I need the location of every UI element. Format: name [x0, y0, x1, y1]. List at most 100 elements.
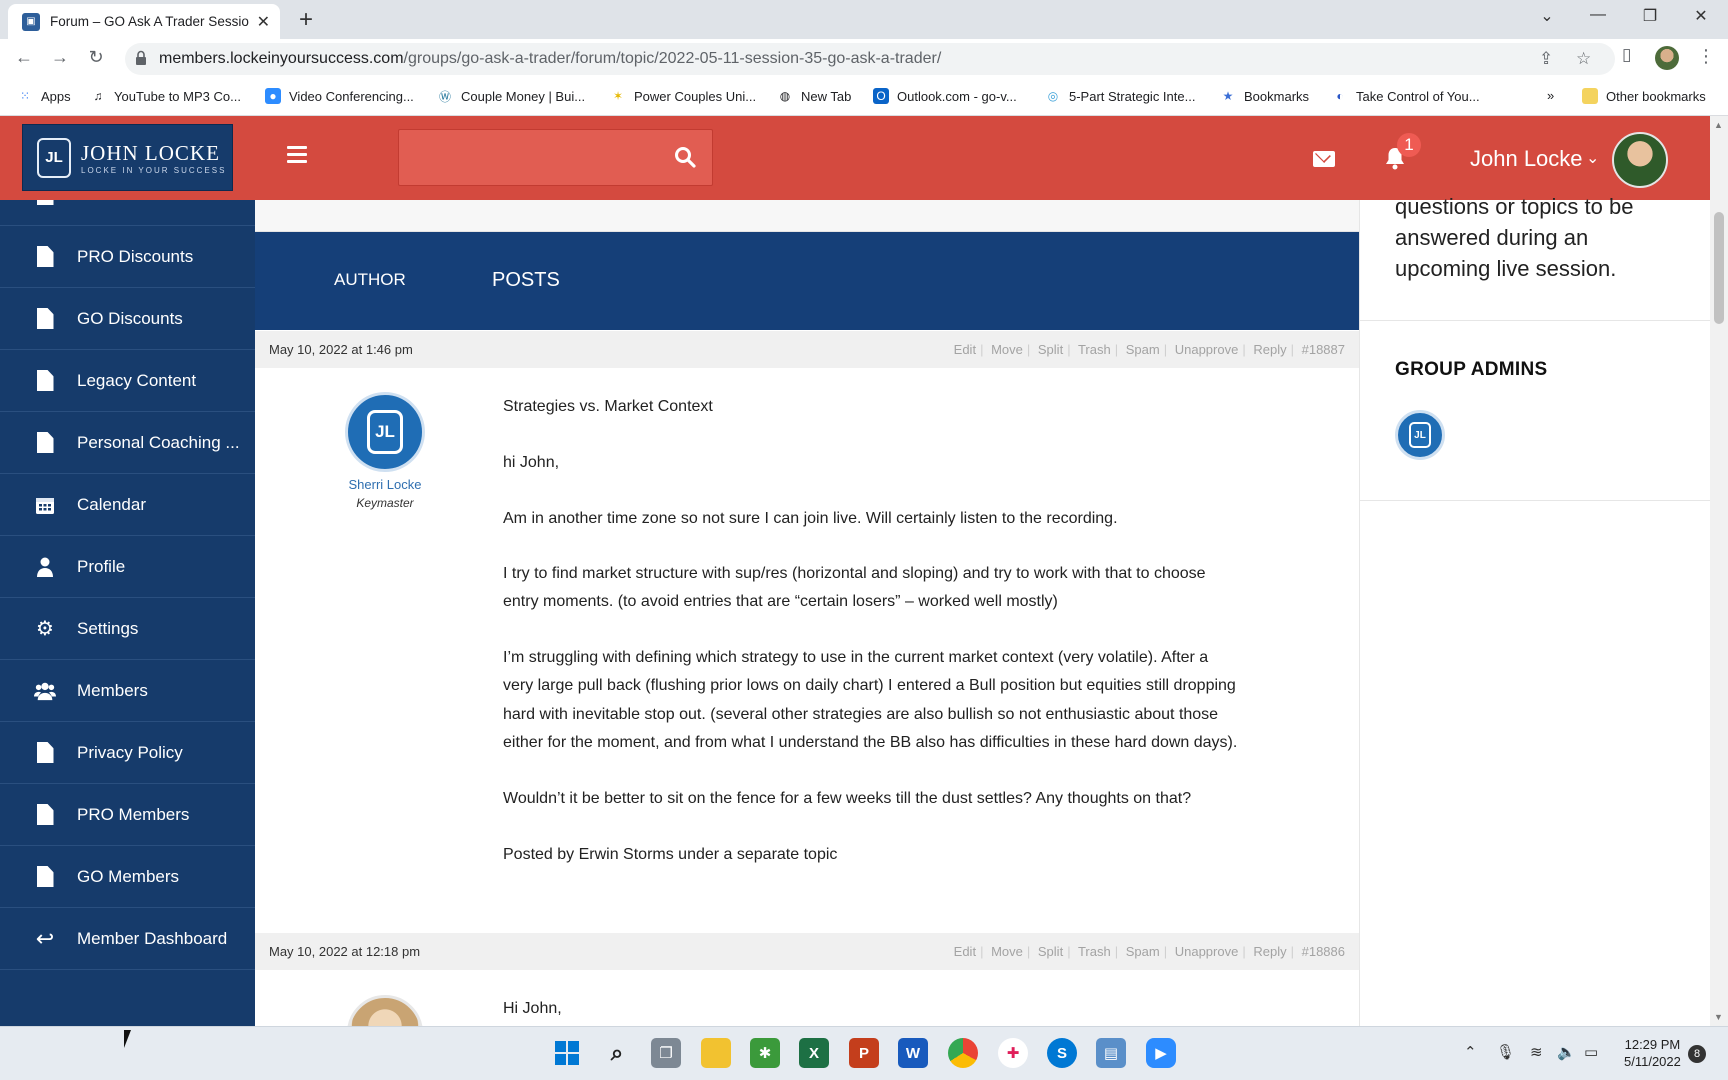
page-scrollbar[interactable]: ▲ ▼: [1710, 116, 1728, 1026]
trash-link[interactable]: Trash: [1078, 342, 1111, 357]
scroll-up-arrow-icon[interactable]: ▲: [1714, 120, 1723, 130]
split-link[interactable]: Split: [1038, 342, 1063, 357]
remote-desktop-icon[interactable]: ▤: [1096, 1038, 1126, 1068]
spam-link[interactable]: Spam: [1126, 342, 1160, 357]
sidebar-item-profile[interactable]: Profile: [0, 536, 255, 598]
address-bar[interactable]: members.lockeinyoursuccess.com/groups/go…: [125, 43, 1615, 75]
post-text-line: Hi John,: [503, 1000, 562, 1017]
scrollbar-thumb[interactable]: [1714, 212, 1724, 324]
split-link[interactable]: Split: [1038, 944, 1063, 959]
messages-mail-icon[interactable]: [1313, 151, 1335, 167]
sidebar-item-member-dashboard[interactable]: ↩ Member Dashboard: [0, 908, 255, 970]
file-explorer-icon[interactable]: [701, 1038, 731, 1068]
other-bookmarks[interactable]: Other bookmarks: [1582, 88, 1706, 104]
minimize-button[interactable]: —: [1583, 6, 1613, 24]
sidebar-item-resources[interactable]: [0, 200, 255, 226]
slack-icon[interactable]: ✚: [998, 1038, 1028, 1068]
browser-profile-avatar[interactable]: [1655, 46, 1679, 70]
edit-link[interactable]: Edit: [954, 944, 976, 959]
bookmark-video-conferencing[interactable]: ● Video Conferencing...: [265, 88, 414, 104]
powerpoint-icon[interactable]: P: [849, 1038, 879, 1068]
user-avatar[interactable]: [1612, 132, 1668, 188]
user-menu-name[interactable]: John Locke: [1470, 146, 1583, 172]
sidebar-item-pro-members[interactable]: PRO Members: [0, 784, 255, 846]
reply-link[interactable]: Reply: [1253, 342, 1286, 357]
battery-icon[interactable]: ▭: [1584, 1043, 1598, 1061]
tab-search-chevron-icon[interactable]: ⌄: [1532, 6, 1562, 26]
post-id-link[interactable]: #18886: [1302, 944, 1345, 959]
sidebar-item-personal-coaching[interactable]: Personal Coaching ...: [0, 412, 255, 474]
chevron-down-icon[interactable]: ⌄: [1586, 148, 1599, 168]
bookmark-label: Power Couples Uni...: [634, 88, 757, 104]
edit-link[interactable]: Edit: [954, 342, 976, 357]
search-icon[interactable]: ⌕: [602, 1038, 632, 1068]
bookmark-star-icon[interactable]: ☆: [1576, 49, 1591, 69]
sidebar-item-settings[interactable]: ⚙ Settings: [0, 598, 255, 660]
group-admins-heading: GROUP ADMINS: [1395, 359, 1548, 380]
zoom-icon[interactable]: ▶: [1146, 1038, 1176, 1068]
task-view-icon[interactable]: ❐: [651, 1038, 681, 1068]
volume-icon[interactable]: 🔈: [1557, 1043, 1576, 1061]
new-tab-button[interactable]: +: [292, 6, 320, 34]
bookmark-label: Couple Money | Bui...: [461, 88, 586, 104]
microphone-icon[interactable]: 🎙: [1496, 1043, 1515, 1061]
bookmark-bookmarks[interactable]: ★ Bookmarks: [1220, 88, 1309, 104]
windows-start-icon[interactable]: [552, 1038, 582, 1068]
unapprove-link[interactable]: Unapprove: [1175, 342, 1239, 357]
site-search-input[interactable]: [398, 129, 713, 186]
author-name-link[interactable]: Sherri Locke: [315, 477, 455, 492]
share-icon[interactable]: ⇪: [1539, 49, 1553, 69]
bookmark-new-tab[interactable]: ◍ New Tab: [777, 88, 852, 104]
bookmark-strategic[interactable]: ◎ 5-Part Strategic Inte...: [1045, 88, 1196, 104]
app-green-icon[interactable]: ✱: [750, 1038, 780, 1068]
side-panel-icon[interactable]: ▯: [1622, 45, 1631, 65]
trash-link[interactable]: Trash: [1078, 944, 1111, 959]
back-button[interactable]: ←: [12, 47, 36, 68]
sidebar-item-go-discounts[interactable]: GO Discounts: [0, 288, 255, 350]
clock-time: 12:29 PM: [1624, 1037, 1681, 1052]
close-window-button[interactable]: ✕: [1686, 6, 1716, 26]
author-avatar[interactable]: [347, 995, 423, 1026]
restore-button[interactable]: ❐: [1635, 6, 1665, 26]
move-link[interactable]: Move: [991, 342, 1023, 357]
bookmark-power-couples[interactable]: ✶ Power Couples Uni...: [610, 88, 756, 104]
notification-center-badge[interactable]: 8: [1688, 1045, 1706, 1063]
bookmark-youtube-mp3[interactable]: ♫ YouTube to MP3 Co...: [90, 88, 241, 104]
wifi-icon[interactable]: ≋: [1530, 1043, 1543, 1061]
sidebar-item-calendar[interactable]: Calendar: [0, 474, 255, 536]
search-icon[interactable]: [674, 146, 696, 168]
word-icon[interactable]: W: [898, 1038, 928, 1068]
excel-icon[interactable]: X: [799, 1038, 829, 1068]
reload-button[interactable]: ↻: [84, 47, 108, 68]
browser-menu-icon[interactable]: ⋮: [1697, 46, 1715, 67]
scroll-down-arrow-icon[interactable]: ▼: [1714, 1012, 1723, 1022]
chrome-icon[interactable]: [948, 1038, 978, 1068]
skype-icon[interactable]: S: [1047, 1038, 1077, 1068]
bookmark-take-control[interactable]: ◐ Take Control of You...: [1332, 88, 1479, 104]
sidebar-item-label: Privacy Policy: [77, 742, 183, 762]
post-id-link[interactable]: #18887: [1302, 342, 1345, 357]
spam-link[interactable]: Spam: [1126, 944, 1160, 959]
reply-link[interactable]: Reply: [1253, 944, 1286, 959]
bookmark-couple-money[interactable]: Ⓦ Couple Money | Bui...: [437, 88, 585, 104]
menu-toggle-icon[interactable]: [287, 146, 307, 163]
tray-chevron-up-icon[interactable]: ⌃: [1464, 1043, 1477, 1061]
bookmark-apps[interactable]: ⁙ Apps: [17, 88, 71, 104]
unapprove-link[interactable]: Unapprove: [1175, 944, 1239, 959]
bookmarks-overflow-button[interactable]: »: [1547, 88, 1554, 103]
site-logo[interactable]: JL JOHN LOCKE LOCKE IN YOUR SUCCESS: [22, 124, 233, 191]
sidebar-item-legacy-content[interactable]: Legacy Content: [0, 350, 255, 412]
bookmark-outlook[interactable]: O Outlook.com - go-v...: [873, 88, 1017, 104]
forward-button[interactable]: →: [48, 47, 72, 68]
author-avatar[interactable]: JL: [345, 392, 425, 472]
sidebar-item-go-members[interactable]: GO Members: [0, 846, 255, 908]
jl-monogram-icon: JL: [367, 410, 403, 454]
sidebar-item-privacy-policy[interactable]: Privacy Policy: [0, 722, 255, 784]
browser-tab[interactable]: ▣ Forum – GO Ask A Trader Session ✕: [8, 4, 280, 39]
tab-close-icon[interactable]: ✕: [257, 12, 270, 32]
taskbar-clock[interactable]: 12:29 PM 5/11/2022: [1624, 1036, 1681, 1070]
sidebar-item-pro-discounts[interactable]: PRO Discounts: [0, 226, 255, 288]
move-link[interactable]: Move: [991, 944, 1023, 959]
group-admin-avatar[interactable]: JL: [1395, 410, 1445, 460]
sidebar-item-members[interactable]: Members: [0, 660, 255, 722]
